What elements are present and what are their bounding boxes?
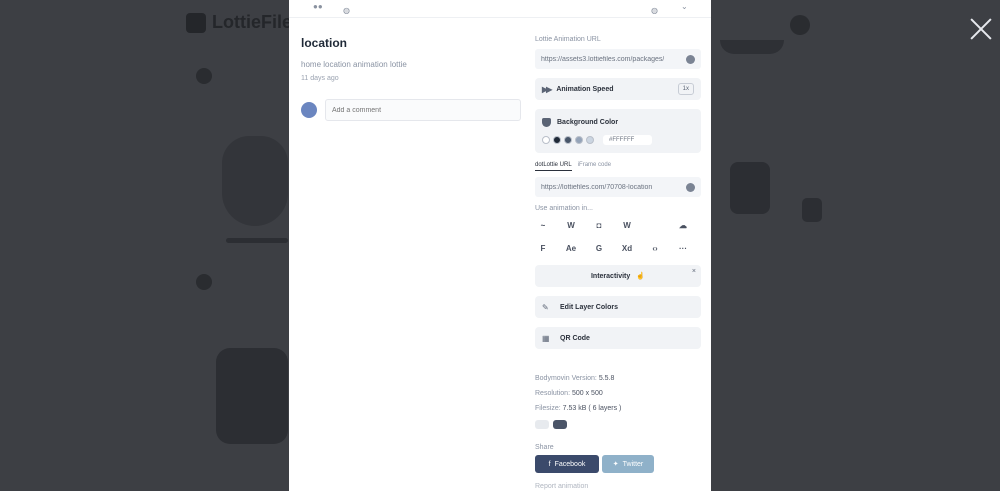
- more-icon[interactable]: ···: [675, 241, 691, 255]
- color-swatch[interactable]: [586, 135, 594, 144]
- facebook-icon: f: [548, 460, 551, 468]
- paint-bucket-icon: [542, 117, 551, 127]
- bg-arc: [720, 40, 784, 54]
- comment-input[interactable]: [325, 99, 521, 121]
- twitter-label: Twitter: [622, 460, 644, 468]
- lottie-url-label: Lottie Animation URL: [535, 36, 601, 43]
- top-globe-icon-2: ◍: [651, 6, 658, 15]
- google-icon[interactable]: G: [591, 241, 607, 255]
- bg-avatar-1: [196, 68, 212, 84]
- dropbox-icon[interactable]: ◘: [591, 218, 607, 232]
- resolution-label: Resolution:: [535, 390, 571, 397]
- logo-mark-icon: [186, 12, 206, 33]
- animation-title: location: [301, 36, 348, 50]
- pencil-icon: ✎: [542, 302, 549, 312]
- color-swatches: #FFFFFF: [542, 134, 653, 145]
- bodymovin-version: Bodymovin Version: 5.5.8: [535, 375, 701, 382]
- apple-icon[interactable]: [647, 218, 663, 232]
- background-color-label: Background Color: [557, 118, 619, 126]
- embed-tabs: dotLottie URL iFrame code: [535, 162, 701, 171]
- animation-metadata: Bodymovin Version: 5.5.8 Resolution: 500…: [535, 375, 701, 429]
- filesize-value: 7.53 kB ( 6 layers ): [562, 405, 622, 412]
- interactivity-label: Interactivity: [590, 272, 631, 280]
- embed-url-field[interactable]: https://lottiefiles.com/70708-location: [535, 177, 701, 197]
- interactivity-button[interactable]: Interactivity ☝ ×: [535, 265, 701, 287]
- edit-layer-colors-label: Edit Layer Colors: [560, 303, 618, 311]
- facebook-label: Facebook: [554, 460, 586, 468]
- bg-wallet-thumbnail: [730, 162, 770, 214]
- filesize-label: Filesize:: [535, 405, 561, 412]
- format-pills: [535, 420, 701, 429]
- top-dots-icon: ●●: [313, 2, 323, 11]
- bg-progress-line: [226, 238, 288, 243]
- bg-small-thumbnail: [802, 198, 822, 222]
- integration-apps: ~ W ◘ W ☁ F Ae G Xd ‹› ···: [535, 218, 701, 255]
- after-effects-icon[interactable]: Ae: [563, 241, 579, 255]
- qr-code-label: QR Code: [560, 334, 590, 342]
- comment-row: [301, 99, 525, 121]
- use-animation-label: Use animation in...: [535, 205, 593, 212]
- hex-color-input[interactable]: #FFFFFF: [603, 134, 653, 145]
- bg-avatar-2: [196, 274, 212, 290]
- bg-card-thumbnail: [216, 348, 288, 444]
- animation-modal: ●● ◍ ◍ ⌄ location home location animatio…: [289, 0, 711, 491]
- bodymovin-label: Bodymovin Version:: [535, 375, 597, 382]
- close-icon[interactable]: ×: [692, 268, 696, 275]
- color-swatch[interactable]: [542, 135, 550, 144]
- tab-iframe-code[interactable]: iFrame code: [578, 162, 611, 171]
- bodymovin-value: 5.5.8: [598, 375, 615, 382]
- cloud-icon[interactable]: ☁: [675, 218, 691, 232]
- interactivity-title: Interactivity ☝: [590, 272, 645, 281]
- pointer-icon: ☝: [636, 273, 645, 280]
- user-avatar: [301, 102, 317, 118]
- background-color-control: Background Color #FFFFFF: [535, 109, 701, 153]
- webflow-icon[interactable]: ~: [535, 218, 551, 232]
- animation-speed-control[interactable]: ▶▶ Animation Speed 1x: [535, 78, 701, 100]
- modal-top-strip: ●● ◍ ◍ ⌄: [289, 0, 711, 18]
- background-color-title: Background Color: [542, 117, 619, 127]
- resolution-value: 500 x 500: [571, 390, 603, 397]
- resolution: Resolution: 500 x 500: [535, 390, 701, 397]
- color-swatch[interactable]: [564, 135, 572, 144]
- fast-forward-icon: ▶▶: [542, 84, 552, 94]
- animation-sidebar: Lottie Animation URL https://assets3.lot…: [535, 36, 701, 490]
- copy-icon[interactable]: [686, 182, 695, 192]
- format-pill-lottie[interactable]: [553, 420, 567, 429]
- wordpress-icon[interactable]: W: [563, 218, 579, 232]
- qr-code-icon: ▦: [542, 333, 550, 343]
- bg-location-thumbnail: [222, 136, 288, 226]
- wix-icon[interactable]: W: [619, 218, 635, 232]
- lottiefiles-logo: LottieFiles: [186, 12, 302, 33]
- top-globe-icon: ◍: [343, 6, 350, 15]
- animation-speed-title: ▶▶ Animation Speed: [542, 85, 614, 94]
- top-chevron-icon: ⌄: [681, 2, 688, 11]
- report-animation-link[interactable]: Report animation: [535, 483, 701, 490]
- lottie-url-field[interactable]: https://assets3.lottiefiles.com/packages…: [535, 49, 701, 69]
- xd-icon[interactable]: Xd: [619, 241, 635, 255]
- close-modal-button[interactable]: [968, 16, 994, 42]
- share-buttons: f Facebook ✦ Twitter: [535, 455, 701, 473]
- twitter-share-button[interactable]: ✦ Twitter: [602, 455, 654, 473]
- animation-speed-value[interactable]: 1x: [677, 83, 694, 95]
- vscode-icon[interactable]: ‹›: [647, 241, 663, 255]
- animation-date: 11 days ago: [301, 75, 339, 82]
- animation-description: home location animation lottie: [301, 60, 407, 69]
- color-swatch[interactable]: [575, 135, 583, 144]
- facebook-share-button[interactable]: f Facebook: [535, 455, 599, 473]
- animation-info: location home location animation lottie …: [301, 36, 525, 121]
- format-pill-json[interactable]: [535, 420, 549, 429]
- copy-icon[interactable]: [686, 54, 695, 64]
- animation-speed-label: Animation Speed: [556, 85, 614, 93]
- twitter-icon: ✦: [612, 461, 619, 468]
- qr-code-button[interactable]: ▦ QR Code: [535, 327, 701, 349]
- framer-icon[interactable]: F: [535, 241, 551, 255]
- lottie-url-value: https://assets3.lottiefiles.com/packages…: [541, 55, 665, 63]
- filesize: Filesize: 7.53 kB ( 6 layers ): [535, 405, 701, 412]
- bg-avatar-3: [790, 15, 810, 35]
- embed-url-value: https://lottiefiles.com/70708-location: [541, 183, 653, 191]
- share-label: Share: [535, 444, 554, 451]
- color-swatch[interactable]: [553, 135, 561, 144]
- tab-dotlottie-url[interactable]: dotLottie URL: [535, 162, 572, 171]
- edit-layer-colors-button[interactable]: ✎ Edit Layer Colors: [535, 296, 701, 318]
